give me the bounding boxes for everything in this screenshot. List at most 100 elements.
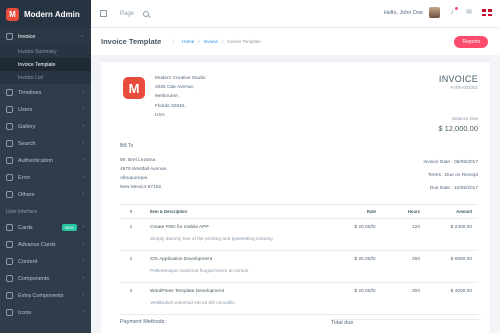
payment-methods-heading: Payment Methods: — [120, 319, 166, 325]
gallery-icon — [6, 123, 13, 130]
new-badge: NEW — [61, 224, 77, 231]
sidebar-item-label: Error — [18, 174, 31, 181]
sidebar-item-search[interactable]: Search › — [0, 135, 91, 152]
fullscreen-icon[interactable] — [100, 10, 107, 17]
invoice-dates: Invoice Date : 06/05/2017 Terms : Due on… — [423, 156, 478, 195]
column-header-amount: Amount — [426, 204, 478, 219]
sidebar-item-label: Authentication — [18, 157, 53, 164]
sidebar-item-others[interactable]: Others › — [0, 186, 91, 203]
company-logo: M — [123, 77, 145, 99]
search-icon[interactable] — [143, 10, 150, 17]
sidebar-item-label: Components — [18, 275, 50, 282]
sidebar-item-cards[interactable]: Cards NEW › — [0, 219, 91, 236]
bill-to-address: Mr. Bret Lezama 4879 Westfall Avenue, Al… — [120, 156, 168, 192]
sidebar-item-label: Content — [18, 258, 38, 265]
row-description: iOS Application Development Pellentesque… — [142, 250, 330, 283]
item-title: WordPress Template Development — [150, 289, 224, 294]
lock-icon — [6, 157, 13, 164]
column-header-hours: Hours — [382, 204, 426, 219]
sidebar-item-advance-cards[interactable]: Advance Cards › — [0, 236, 91, 253]
language-flag-icon[interactable] — [482, 9, 492, 16]
sidebar-item-label: Extra Components — [18, 292, 64, 299]
invoice-number: # INV-001001 — [450, 85, 478, 90]
table-row: 3 WordPress Template Development Vestibu… — [120, 282, 478, 315]
bill-to-heading: Bill To — [120, 143, 134, 149]
item-subtitle: Simply dummy text of the printing and ty… — [150, 237, 274, 242]
column-header-rate: Rate — [330, 204, 382, 219]
puzzle-icon — [6, 292, 13, 299]
chevron-right-icon: › — [82, 309, 84, 315]
card-icon — [6, 224, 13, 231]
brand-name: Modern Admin — [24, 9, 80, 19]
components-icon — [6, 275, 13, 282]
user-greeting[interactable]: Hello, John Doe — [384, 10, 423, 16]
content-icon — [6, 258, 13, 265]
topbar-page-link[interactable]: Page — [120, 11, 134, 17]
address-line: Melbourne, — [155, 94, 179, 100]
brand[interactable]: M Modern Admin — [0, 0, 91, 28]
row-number: 2 — [120, 250, 142, 283]
invoice-terms: Terms : Due on Receipt — [427, 173, 478, 178]
chevron-right-icon: › — [82, 191, 84, 197]
sidebar-item-users[interactable]: Users › — [0, 101, 91, 118]
row-hours: 300 — [382, 282, 426, 315]
row-amount: $ 6500.00 — [426, 250, 478, 283]
row-amount: $ 4000.00 — [426, 282, 478, 315]
sidebar-item-components[interactable]: Components › — [0, 270, 91, 287]
sidebar-item-label: Advance Cards — [18, 241, 56, 248]
breadcrumb: Home / Invoice / Invoice Template — [173, 39, 261, 44]
table-row: 1 Create PSD for mobile APP Simply dummy… — [120, 218, 478, 251]
sidebar-subitem-invoice-list[interactable]: Invoice List — [0, 71, 91, 84]
bell-icon[interactable]: ♪ — [448, 6, 458, 17]
address-line: Florida 32940, — [155, 103, 186, 109]
sidebar-subitem-invoice-summary[interactable]: Invoice Summary — [0, 45, 91, 58]
breadcrumb-current: Invoice Template — [227, 39, 261, 44]
warning-icon — [6, 174, 13, 181]
address-line: USA — [155, 112, 165, 118]
layers-icon — [6, 241, 13, 248]
breadcrumb-separator: / — [221, 39, 224, 44]
column-header-description: Item & Description — [142, 204, 330, 219]
table-row: 2 iOS Application Development Pellentesq… — [120, 250, 478, 283]
row-description: Create PSD for mobile APP Simply dummy t… — [142, 218, 330, 251]
page-header: Invoice Template Home / Invoice / Invoic… — [91, 28, 500, 55]
timeline-icon — [6, 89, 13, 96]
row-amount: $ 2400.00 — [426, 218, 478, 251]
sidebar-item-icons[interactable]: Icons › — [0, 304, 91, 321]
invoice-items-table: # Item & Description Rate Hours Amount 1… — [120, 204, 478, 315]
balance-due-label: Balance Due — [452, 116, 478, 121]
address-line: 4025 Oak Avenue, — [155, 85, 195, 91]
grid-icon — [6, 191, 13, 198]
sidebar-subitem-invoice-template[interactable]: Invoice Template — [0, 58, 91, 71]
bill-to-line: New Mexico-87102. — [120, 185, 163, 190]
topbar: Page Hello, John Doe ♪ ✉ — [91, 0, 500, 28]
chevron-right-icon: › — [82, 241, 84, 247]
row-number: 1 — [120, 218, 142, 251]
breadcrumb-home[interactable]: Home — [182, 39, 194, 44]
chevron-right-icon: › — [82, 106, 84, 112]
sidebar-item-extra-components[interactable]: Extra Components › — [0, 287, 91, 304]
row-rate: $ 20.00/hr — [330, 282, 382, 315]
star-icon — [6, 309, 13, 316]
sidebar-item-timelines[interactable]: Timelines › — [0, 84, 91, 101]
mail-icon[interactable]: ✉ — [465, 9, 473, 17]
chevron-right-icon: › — [82, 123, 84, 129]
row-rate: $ 25.00/hr — [330, 250, 382, 283]
reports-button[interactable]: Reports — [454, 36, 488, 48]
sidebar-item-content[interactable]: Content › — [0, 253, 91, 270]
sidebar-item-gallery[interactable]: Gallery › — [0, 118, 91, 135]
topbar-user-area: Hello, John Doe ♪ ✉ — [384, 6, 492, 18]
avatar[interactable] — [429, 7, 440, 18]
item-title: iOS Application Development — [150, 257, 213, 262]
breadcrumb-invoice[interactable]: Invoice — [204, 39, 218, 44]
sidebar-item-label: Gallery — [18, 123, 36, 130]
sidebar-item-authentication[interactable]: Authentication › — [0, 152, 91, 169]
chevron-right-icon: › — [82, 224, 84, 230]
chevron-right-icon: › — [82, 275, 84, 281]
sidebar-item-error[interactable]: Error › — [0, 169, 91, 186]
column-header-num: # — [120, 204, 142, 219]
chevron-right-icon: › — [82, 140, 84, 146]
invoice-card: M Modern Creative Studio 4025 Oak Avenue… — [101, 61, 490, 333]
row-description: WordPress Template Development Vestibulu… — [142, 282, 330, 315]
sidebar-item-invoice[interactable]: Invoice ⌄ — [0, 28, 91, 45]
